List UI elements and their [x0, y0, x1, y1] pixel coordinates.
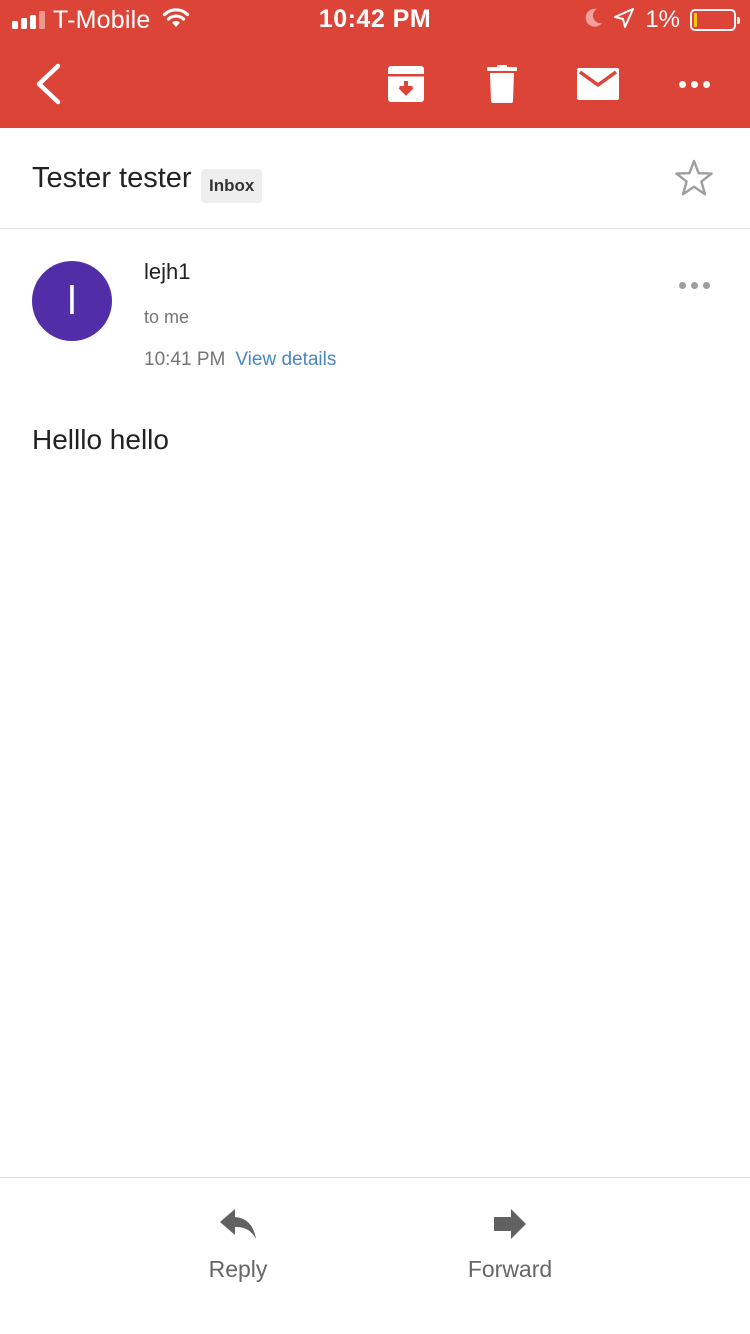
message-time: 10:41 PM [144, 349, 226, 370]
back-icon [36, 63, 61, 105]
message-more-button[interactable] [672, 270, 716, 300]
moon-icon [585, 8, 603, 33]
status-right: 1% [585, 6, 740, 34]
star-button[interactable] [670, 154, 718, 202]
email-subject: Tester tester [32, 162, 192, 194]
trash-icon [487, 65, 517, 103]
top-bar: T-Mobile 10:42 PM 1% [0, 0, 750, 128]
subject-row: Tester tester Inbox [0, 128, 750, 229]
forward-icon [494, 1209, 526, 1239]
battery-percent: 1% [645, 6, 680, 33]
archive-icon [388, 66, 424, 102]
view-details-link[interactable]: View details [235, 349, 336, 371]
recipient-text: to me [144, 307, 190, 327]
mail-icon [577, 68, 619, 100]
forward-button[interactable]: Forward [430, 1208, 590, 1283]
trash-button[interactable] [476, 40, 528, 128]
mark-unread-button[interactable] [572, 40, 624, 128]
action-toolbar [0, 40, 750, 128]
reply-label: Reply [208, 1256, 268, 1282]
forward-label: Forward [467, 1256, 553, 1282]
label-chip[interactable]: Inbox [201, 169, 263, 203]
star-icon [675, 159, 713, 196]
reply-button[interactable]: Reply [158, 1208, 318, 1283]
more-icon [678, 80, 710, 88]
archive-button[interactable] [380, 40, 432, 128]
location-arrow-icon [613, 7, 635, 34]
message-meta: 10:41 PM View details [144, 349, 336, 371]
more-options-button[interactable] [666, 40, 722, 128]
avatar[interactable]: l [32, 261, 112, 341]
sender-name: lejh1 [144, 259, 191, 284]
reply-icon [220, 1209, 256, 1239]
more-icon [678, 281, 710, 289]
status-bar: T-Mobile 10:42 PM 1% [0, 0, 750, 40]
bottom-actions: Reply Forward [0, 1177, 750, 1334]
message-body: Helllo hello [32, 424, 169, 455]
back-button[interactable] [18, 40, 78, 128]
battery-icon [690, 9, 740, 31]
